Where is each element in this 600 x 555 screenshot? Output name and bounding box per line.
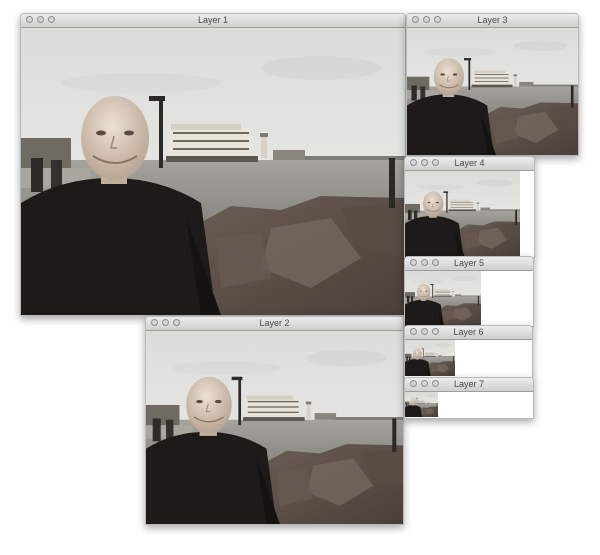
window-title: Layer 7 xyxy=(453,379,485,389)
photo-image xyxy=(405,340,455,376)
window-layer-6[interactable]: Layer 6 xyxy=(404,325,533,379)
window-title: Layer 3 xyxy=(477,15,508,25)
photo-image xyxy=(407,28,578,155)
window-layer-4[interactable]: Layer 4 xyxy=(404,156,535,258)
window-layer-5[interactable]: Layer 5 xyxy=(404,256,534,327)
photo-graphic xyxy=(405,392,438,417)
window-title: Layer 6 xyxy=(453,327,484,337)
image-view xyxy=(405,271,533,326)
photo-image xyxy=(21,28,405,315)
window-title: Layer 1 xyxy=(197,15,229,25)
photo-image xyxy=(405,271,481,326)
photo-image xyxy=(146,331,403,524)
image-view xyxy=(146,331,403,524)
window-title: Layer 4 xyxy=(454,158,485,168)
photo-graphic xyxy=(405,271,481,326)
window-title: Layer 2 xyxy=(259,318,290,328)
title-bar[interactable]: Layer 7 xyxy=(405,378,533,392)
image-view xyxy=(407,28,578,155)
photo-graphic xyxy=(405,340,455,376)
photo-graphic xyxy=(21,28,405,315)
title-bar[interactable]: Layer 2 xyxy=(146,317,403,331)
title-bar[interactable]: Layer 5 xyxy=(405,257,533,271)
window-layer-1[interactable]: Layer 1 xyxy=(20,13,406,316)
photo-graphic xyxy=(407,28,578,155)
title-bar[interactable]: Layer 4 xyxy=(405,157,534,171)
image-view xyxy=(405,340,532,378)
photo-image xyxy=(405,171,520,257)
title-bar[interactable]: Layer 6 xyxy=(405,326,532,340)
window-title: Layer 5 xyxy=(453,258,485,268)
window-layer-7[interactable]: Layer 7 xyxy=(404,377,534,419)
photo-graphic xyxy=(146,331,403,524)
image-view xyxy=(405,171,534,257)
image-view xyxy=(21,28,405,315)
title-bar[interactable]: Layer 1 xyxy=(21,14,405,28)
photo-graphic xyxy=(405,171,520,257)
window-layer-3[interactable]: Layer 3 xyxy=(406,13,579,156)
photo-image xyxy=(405,392,438,417)
window-layer-2[interactable]: Layer 2 xyxy=(145,316,404,525)
title-bar[interactable]: Layer 3 xyxy=(407,14,578,28)
image-view xyxy=(405,392,533,418)
